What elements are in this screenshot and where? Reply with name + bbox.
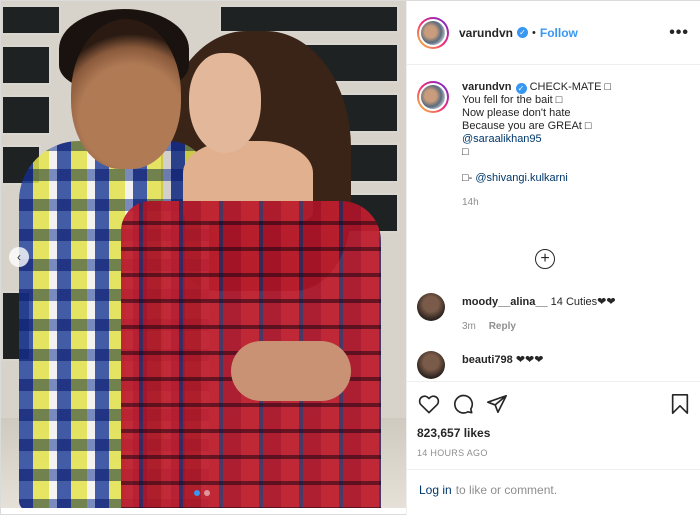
wall-panel [1,95,51,135]
caption-line: Now please don't hate [462,107,571,119]
man-face [71,19,181,169]
wall-panel [1,5,61,35]
caption-mention[interactable]: @saraalikhan95 [462,133,692,146]
verified-badge-icon: ✓ [517,27,529,38]
header-separator: • [532,26,536,39]
caption-avatar[interactable] [417,81,449,113]
comment-username[interactable]: beauti798 [462,354,513,366]
comment-item: beauti798 ❤❤❤ [417,351,692,379]
post-photo[interactable]: ‹ [1,1,406,508]
carousel-dots [194,490,210,496]
caption-line: You fell for the bait □ [462,94,563,106]
post-timestamp[interactable]: 14 HOURS AGO [417,448,692,458]
hands [231,341,351,401]
reply-button[interactable]: Reply [489,321,516,332]
post-header: varundvn ✓ • Follow ••• [407,1,700,65]
comment-text: 14 Cuties❤❤ [550,296,616,308]
login-bar: Log in to like or comment. [407,469,700,509]
header-avatar[interactable] [417,16,449,49]
comment-username[interactable]: moody__alina__ [462,296,548,308]
header-username[interactable]: varundvn [459,26,513,40]
woman-face [189,53,261,153]
comment-text: ❤❤❤ [515,354,544,366]
wall-panel [1,45,51,85]
follow-button[interactable]: Follow [540,26,578,40]
carousel-prev-button[interactable]: ‹ [9,247,29,267]
caption-credit-mention[interactable]: @shivangi.kulkarni [475,172,568,184]
wall-panel [219,5,399,33]
caption-time[interactable]: 14h [462,197,692,208]
caption-glyph: □ [462,146,469,158]
login-text: to like or comment. [455,482,558,497]
caption-line: CHECK-MATE □ [529,81,612,93]
comment-avatar[interactable] [417,351,445,379]
caption: varundvn ✓ CHECK-MATE □ You fell for the … [417,81,692,208]
load-more-comments-button[interactable]: + [535,249,555,269]
post-frame: ‹ varundvn ✓ • Follow ••• varundvn ✓ CHEC… [0,0,700,515]
comment-time[interactable]: 3m [462,321,476,332]
caption-username[interactable]: varundvn [462,81,512,93]
verified-badge-icon: ✓ [515,83,527,94]
post-actions: 823,657 likes 14 HOURS AGO [407,381,700,458]
carousel-dot [204,490,210,496]
caption-credit-prefix: □- [462,172,476,184]
login-link[interactable]: Log in [419,483,452,497]
comment-icon[interactable] [451,392,475,416]
likes-count[interactable]: 823,657 likes [417,426,692,440]
heart-icon[interactable] [417,392,441,416]
bookmark-icon[interactable] [668,392,692,416]
comment-avatar[interactable] [417,293,445,321]
caption-line: Because you are GREAt □ [462,120,592,132]
share-icon[interactable] [485,392,509,416]
more-options-icon[interactable]: ••• [669,24,689,42]
carousel-dot-active [194,490,200,496]
caption-text: varundvn ✓ CHECK-MATE □ You fell for the … [462,81,692,185]
post-panel: varundvn ✓ • Follow ••• varundvn ✓ CHECK-… [406,1,700,515]
comment-item: moody__alina__ 14 Cuties❤❤ 3m Reply [417,293,692,332]
